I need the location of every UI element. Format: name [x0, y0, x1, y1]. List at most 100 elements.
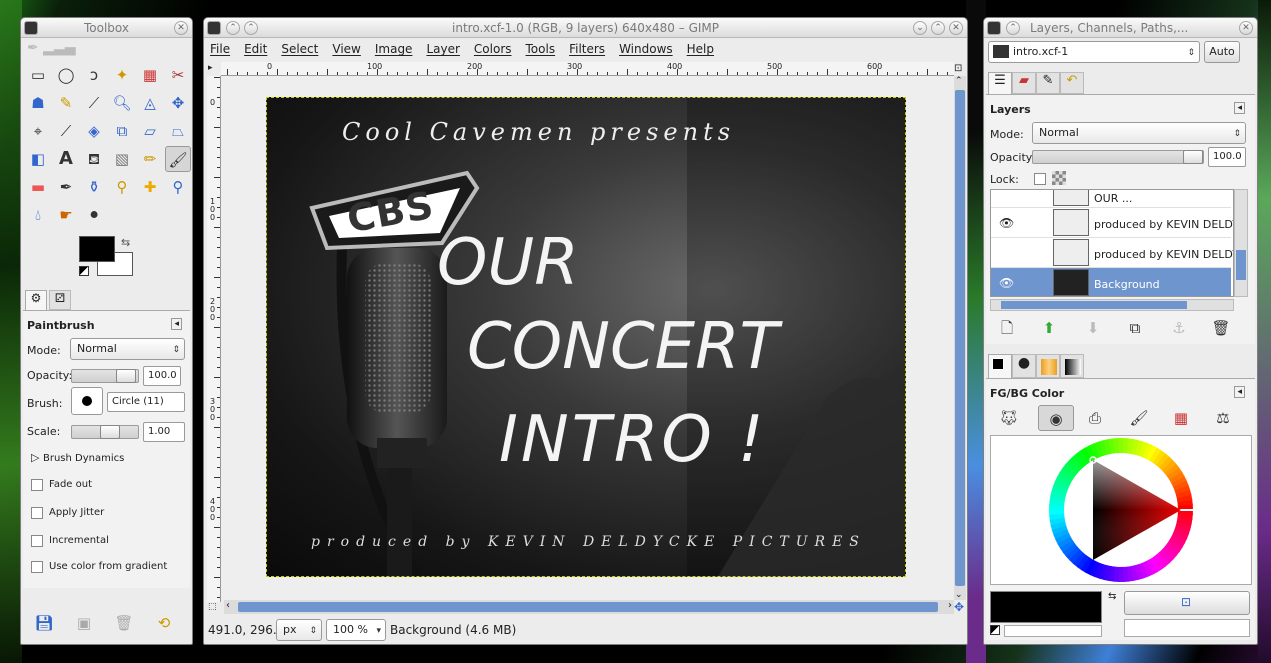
minimize-button[interactable]: ⌃: [244, 21, 258, 35]
patterns-tab[interactable]: [1036, 354, 1060, 378]
gimp-selector-icon[interactable]: 🐺︎: [996, 405, 1022, 431]
align-icon[interactable]: ⌖: [25, 118, 51, 144]
layer-row-background[interactable]: 👁︎ Background: [991, 268, 1231, 296]
brush-dynamics-expander[interactable]: ▷ Brush Dynamics: [31, 451, 124, 464]
layer-opacity-slider[interactable]: [1032, 150, 1204, 164]
eye-icon[interactable]: 👁︎: [999, 276, 1014, 290]
fg-color-swatch[interactable]: [79, 236, 115, 262]
incremental-checkbox[interactable]: [31, 535, 43, 547]
menu-layer[interactable]: Layer: [426, 42, 459, 56]
wheel-selector-icon[interactable]: ◉: [1038, 405, 1074, 431]
layer-row-produced-1[interactable]: 👁︎ produced by KEVIN DELDYCKE: [991, 208, 1233, 238]
layer-list-hscroll-thumb[interactable]: [1001, 301, 1187, 309]
paths-tab[interactable]: ✎: [1036, 72, 1060, 94]
tool-options-tab[interactable]: ⚙: [25, 290, 47, 310]
palette-selector-icon[interactable]: ▦: [1168, 405, 1194, 431]
opacity-slider[interactable]: [71, 369, 139, 383]
minimize-button-right[interactable]: ⌄: [913, 21, 927, 35]
hex-entry-button[interactable]: ⊡: [1124, 591, 1250, 615]
ink-icon[interactable]: ⚱: [81, 174, 107, 200]
use-gradient-checkbox[interactable]: [31, 561, 43, 573]
layer-list-vscroll-thumb[interactable]: [1236, 250, 1246, 280]
measure-icon[interactable]: ◬: [137, 90, 163, 116]
menu-select[interactable]: Select: [281, 42, 318, 56]
canvas-area[interactable]: Cool Cavemen presents CBS OUR CONCERT IN…: [221, 76, 954, 600]
navigation-icon[interactable]: ✥: [954, 600, 964, 614]
channels-tab[interactable]: ▰: [1012, 72, 1036, 94]
save-options-icon[interactable]: 💾︎: [31, 610, 57, 636]
quick-mask-corner-icon[interactable]: ▸: [208, 63, 213, 73]
menu-filters[interactable]: Filters: [569, 42, 605, 56]
close-button[interactable]: ✕: [1239, 21, 1253, 35]
scroll-left-icon[interactable]: ‹: [226, 600, 230, 611]
gradients-tab[interactable]: [1060, 354, 1084, 378]
rotate-icon[interactable]: ◈: [81, 118, 107, 144]
zoom-fit-icon[interactable]: ⊡: [954, 63, 962, 74]
color-wheel[interactable]: [991, 436, 1253, 586]
scale-slider-thumb[interactable]: [100, 425, 120, 439]
crop-icon[interactable]: ⟋: [53, 118, 79, 144]
panel-menu-icon[interactable]: ◂: [1234, 102, 1245, 114]
default-colors-icon[interactable]: [990, 625, 1000, 635]
perspective-icon[interactable]: ⏢: [165, 118, 191, 144]
scroll-up-icon[interactable]: ⌃: [955, 76, 963, 86]
layers-tab[interactable]: ☰: [988, 72, 1012, 94]
lower-layer-icon[interactable]: ⬇: [1080, 315, 1106, 341]
zoom-icon[interactable]: 🔍︎: [109, 90, 135, 116]
move-icon[interactable]: ✥: [165, 90, 191, 116]
layer-opacity-thumb[interactable]: [1183, 150, 1203, 164]
window-menu-button[interactable]: [24, 21, 38, 35]
lock-pixels-checkbox[interactable]: [1034, 173, 1046, 185]
opacity-field[interactable]: 100.0: [143, 366, 181, 386]
mode-combo[interactable]: Normal ⇕: [70, 338, 185, 360]
layer-list-vscroll[interactable]: [1234, 189, 1248, 297]
text-icon[interactable]: A: [53, 146, 79, 172]
undo-tab[interactable]: ↶: [1060, 72, 1084, 94]
window-menu-button[interactable]: [207, 21, 221, 35]
scale-icon[interactable]: ⧉: [109, 118, 135, 144]
clone-icon[interactable]: ⚲: [109, 174, 135, 200]
scissors-icon[interactable]: ✂: [165, 62, 191, 88]
default-colors-icon[interactable]: [79, 266, 89, 276]
layer-mode-combo[interactable]: Normal ⇕: [1032, 122, 1246, 144]
delete-layer-icon[interactable]: 🗑︎: [1208, 315, 1234, 341]
heal-icon[interactable]: ✚: [137, 174, 163, 200]
reset-options-icon[interactable]: ⟲: [151, 610, 177, 636]
layer-list-hscroll[interactable]: [990, 299, 1234, 311]
foreground-select-icon[interactable]: ☗: [25, 90, 51, 116]
shade-button[interactable]: ⌃: [1006, 21, 1020, 35]
paintbrush-icon[interactable]: 🖌︎: [165, 146, 191, 172]
layer-row-our[interactable]: OUR ...: [991, 190, 1231, 208]
paths-icon[interactable]: ✎: [53, 90, 79, 116]
free-select-icon[interactable]: ↄ: [81, 62, 107, 88]
pencil-icon[interactable]: ✏: [137, 146, 163, 172]
perspective-clone-icon[interactable]: ⚲: [165, 174, 191, 200]
menu-image[interactable]: Image: [375, 42, 413, 56]
close-button[interactable]: ✕: [174, 21, 188, 35]
scale-slider[interactable]: [71, 425, 139, 439]
rect-select-icon[interactable]: ▭: [25, 62, 51, 88]
swap-colors-icon[interactable]: ⇆: [121, 236, 130, 249]
menu-colors[interactable]: Colors: [474, 42, 512, 56]
eye-icon[interactable]: 👁︎: [999, 216, 1014, 230]
scroll-right-icon[interactable]: ›: [948, 600, 952, 611]
raise-layer-icon[interactable]: ⬆: [1036, 315, 1062, 341]
menu-help[interactable]: Help: [687, 42, 714, 56]
brush-name-field[interactable]: Circle (11): [107, 392, 185, 412]
blur-icon[interactable]: 💧︎: [25, 202, 51, 228]
image-select-combo[interactable]: intro.xcf-1 ⇕: [988, 41, 1200, 63]
fade-out-checkbox[interactable]: [31, 479, 43, 491]
blend-icon[interactable]: ▧: [109, 146, 135, 172]
eraser-icon[interactable]: ▬: [25, 174, 51, 200]
airbrush-icon[interactable]: ✒: [53, 174, 79, 200]
new-layer-icon[interactable]: 🗋︎: [994, 315, 1020, 341]
layer-opacity-field[interactable]: 100.0: [1208, 147, 1246, 167]
color-wheel-area[interactable]: [990, 435, 1252, 585]
color-picker-icon[interactable]: ⟋: [81, 90, 107, 116]
opacity-slider-thumb[interactable]: [116, 369, 136, 383]
layer-row-produced-2[interactable]: produced by KEVIN DELDYCKE: [991, 238, 1233, 268]
menu-tools[interactable]: Tools: [526, 42, 556, 56]
flip-icon[interactable]: ◧: [25, 146, 51, 172]
cmyk-selector-icon[interactable]: ⎙: [1082, 405, 1108, 431]
ellipse-select-icon[interactable]: ◯: [53, 62, 79, 88]
